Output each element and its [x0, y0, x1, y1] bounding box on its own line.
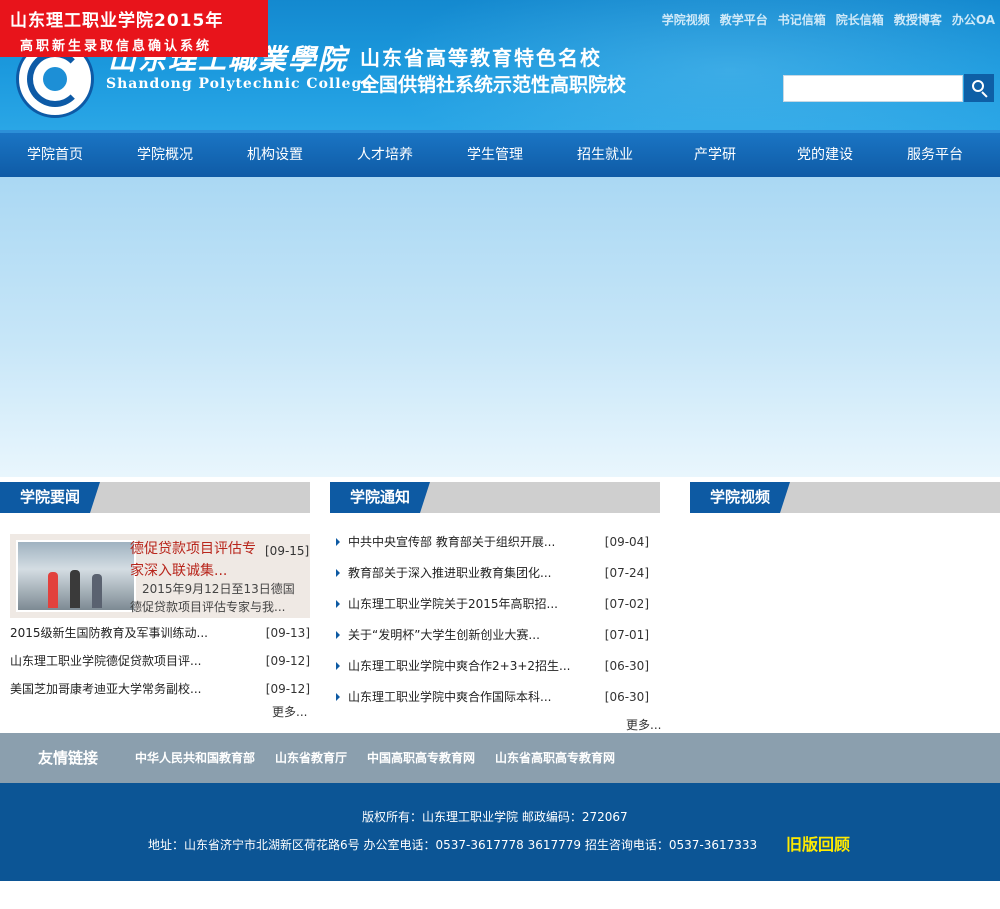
notice-panel-title[interactable]: 学院通知 — [330, 482, 430, 513]
nav-home[interactable]: 学院首页 — [0, 133, 110, 177]
notice-item-title[interactable]: 教育部关于深入推进职业教育集团化... — [348, 558, 588, 588]
bullet-icon — [336, 662, 340, 670]
search-button[interactable] — [964, 74, 994, 102]
news-item[interactable]: 山东理工职业学院德促贷款项目评... [09-12] — [10, 647, 310, 675]
notice-item-title[interactable]: 山东理工职业学院关于2015年高职招... — [348, 589, 588, 619]
bullet-icon — [336, 569, 340, 577]
search-input[interactable] — [783, 75, 963, 102]
friend-link-china-vocational[interactable]: 中国高职高专教育网 — [367, 733, 475, 783]
friend-link-sd-education[interactable]: 山东省教育厅 — [275, 733, 347, 783]
notice-item-date: [07-01] — [604, 628, 649, 642]
friend-links-bar: 友情链接 中华人民共和国教育部 山东省教育厅 中国高职高专教育网 山东省高职高专… — [0, 733, 1000, 783]
news-item-date: [09-13] — [265, 626, 310, 640]
bullet-icon — [336, 538, 340, 546]
toplink-president-mailbox[interactable]: 院长信箱 — [836, 11, 884, 28]
notice-item[interactable]: 山东理工职业学院中爽合作国际本科... [06-30] — [336, 682, 649, 713]
video-panel-title[interactable]: 学院视频 — [690, 482, 790, 513]
bullet-icon — [336, 693, 340, 701]
featured-news-title[interactable]: 德促贷款项目评估专家深入联诚集... — [130, 538, 265, 582]
footer-copyright: 版权所有：山东理工职业学院 邮政编码：272067 — [362, 810, 628, 824]
slogan-line-1: 山东省高等教育特色名校 — [360, 46, 602, 70]
notice-item-date: [06-30] — [604, 659, 649, 673]
notice-item[interactable]: 教育部关于深入推进职业教育集团化... [07-24] — [336, 558, 649, 589]
footer-address: 地址：山东省济宁市北湖新区荷花路6号 办公室电话：0537-3617778 36… — [148, 838, 758, 852]
promo-line-2: 高职新生录取信息确认系统 — [20, 39, 213, 54]
logo-name-en[interactable]: Shandong Polytechnic College — [106, 76, 372, 92]
featured-news-date: [09-15] — [265, 544, 310, 558]
friend-link-moe[interactable]: 中华人民共和国教育部 — [135, 733, 255, 783]
notice-item-date: [06-30] — [604, 690, 649, 704]
news-item-title[interactable]: 山东理工职业学院德促贷款项目评... — [10, 647, 240, 675]
news-panel-title[interactable]: 学院要闻 — [0, 482, 100, 513]
news-item-date: [09-12] — [265, 654, 310, 668]
notice-item-date: [07-02] — [604, 597, 649, 611]
notice-panel-header: 学院通知 — [330, 482, 660, 513]
notice-more-link[interactable]: 更多... — [626, 716, 661, 733]
news-more-link[interactable]: 更多... — [272, 703, 307, 720]
toplink-teaching[interactable]: 教学平台 — [720, 11, 768, 28]
nav-service-platform[interactable]: 服务平台 — [880, 133, 990, 177]
old-version-link[interactable]: 旧版回顾 — [786, 831, 850, 855]
news-panel-header: 学院要闻 — [0, 482, 310, 513]
top-links: 学院视频 教学平台 书记信箱 院长信箱 教授博客 办公OA — [662, 11, 995, 28]
news-item-date: [09-12] — [265, 682, 310, 696]
notice-item-date: [09-04] — [604, 535, 649, 549]
main-nav: 学院首页 学院概况 机构设置 人才培养 学生管理 招生就业 产学研 党的建设 服… — [0, 130, 1000, 177]
nav-overview[interactable]: 学院概况 — [110, 133, 220, 177]
featured-news-summary: 2015年9月12日至13日德国德促贷款项目评估专家与我... — [130, 582, 295, 614]
slogan-line-2: 全国供销社系统示范性高职院校 — [360, 74, 627, 96]
nav-organization[interactable]: 机构设置 — [220, 133, 330, 177]
video-panel-header: 学院视频 — [690, 482, 1000, 513]
toplink-professor-blog[interactable]: 教授博客 — [894, 11, 942, 28]
toplink-video[interactable]: 学院视频 — [662, 11, 710, 28]
notice-item-title[interactable]: 中共中央宣传部 教育部关于组织开展... — [348, 527, 588, 557]
admission-promo-banner[interactable]: 山东理工职业学院2015年 高职新生录取信息确认系统 — [0, 0, 268, 57]
promo-line-1: 山东理工职业学院2015年 — [10, 11, 224, 31]
notice-item-title[interactable]: 山东理工职业学院中爽合作国际本科... — [348, 682, 588, 712]
news-item-title[interactable]: 美国芝加哥康考迪亚大学常务副校... — [10, 675, 240, 703]
friend-link-sd-vocational[interactable]: 山东省高职高专教育网 — [495, 733, 615, 783]
notice-item[interactable]: 山东理工职业学院中爽合作2+3+2招生... [06-30] — [336, 651, 649, 682]
bullet-icon — [336, 600, 340, 608]
hero-banner[interactable] — [0, 177, 1000, 477]
nav-student-management[interactable]: 学生管理 — [440, 133, 550, 177]
notice-item-title[interactable]: 关于“发明杯”大学生创新创业大赛... — [348, 620, 588, 650]
news-item-title[interactable]: 2015级新生国防教育及军事训练动... — [10, 619, 240, 647]
nav-industry-research[interactable]: 产学研 — [660, 133, 770, 177]
nav-talent-training[interactable]: 人才培养 — [330, 133, 440, 177]
site-footer: 版权所有：山东理工职业学院 邮政编码：272067 地址：山东省济宁市北湖新区荷… — [0, 783, 1000, 881]
featured-news[interactable]: 德促贷款项目评估专家深入联诚集... [09-15] 2015年9月12日至13… — [10, 534, 310, 618]
friend-links-label: 友情链接 — [38, 749, 99, 767]
featured-news-thumbnail[interactable] — [16, 540, 136, 612]
notice-item-date: [07-24] — [604, 566, 649, 580]
notice-item[interactable]: 中共中央宣传部 教育部关于组织开展... [09-04] — [336, 527, 649, 558]
news-item[interactable]: 美国芝加哥康考迪亚大学常务副校... [09-12] — [10, 675, 310, 703]
news-item[interactable]: 2015级新生国防教育及军事训练动... [09-13] — [10, 619, 310, 647]
notice-item[interactable]: 山东理工职业学院关于2015年高职招... [07-02] — [336, 589, 649, 620]
bullet-icon — [336, 631, 340, 639]
notice-item[interactable]: 关于“发明杯”大学生创新创业大赛... [07-01] — [336, 620, 649, 651]
nav-party-building[interactable]: 党的建设 — [770, 133, 880, 177]
friend-links: 中华人民共和国教育部 山东省教育厅 中国高职高专教育网 山东省高职高专教育网 — [135, 733, 615, 783]
nav-admission-employment[interactable]: 招生就业 — [550, 133, 660, 177]
toplink-office-oa[interactable]: 办公OA — [952, 11, 995, 28]
notice-item-title[interactable]: 山东理工职业学院中爽合作2+3+2招生... — [348, 651, 588, 681]
toplink-secretary-mailbox[interactable]: 书记信箱 — [778, 11, 826, 28]
